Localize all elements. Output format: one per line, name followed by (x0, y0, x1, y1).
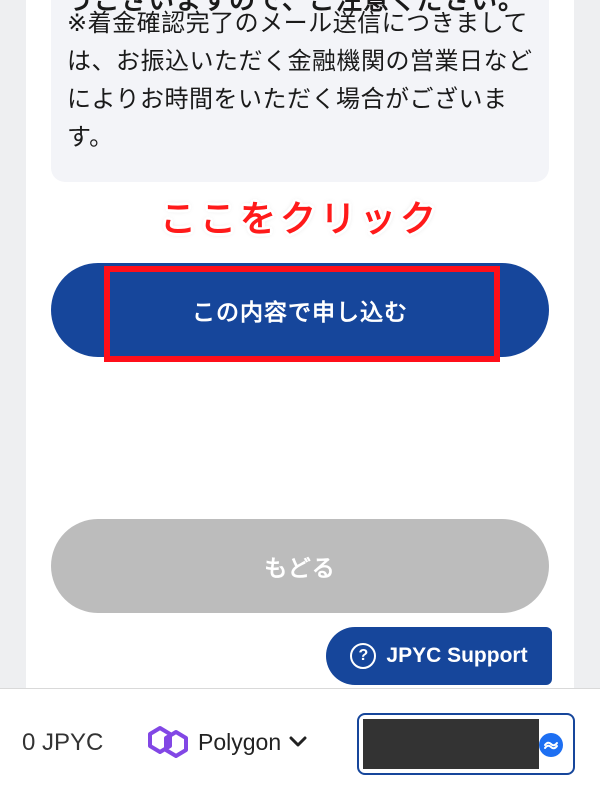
click-here-annotation: ここをクリック (159, 199, 440, 240)
back-button[interactable]: もどる (51, 519, 549, 613)
support-button[interactable]: ? JPYC Support (326, 627, 552, 685)
question-circle-icon: ? (350, 643, 377, 669)
support-label: JPYC Support (386, 644, 528, 667)
balance-display: 0 JPYC (22, 729, 104, 756)
network-name: Polygon (198, 728, 282, 755)
network-selector[interactable]: Polygon (146, 725, 307, 759)
redacted-wallet-address (363, 719, 539, 769)
notice-text: ※着金確認完了のメール送信につきましては、お振込いただく金融機関の営業日などによ… (67, 9, 533, 151)
polygon-logo-icon (148, 726, 188, 758)
bottom-bar: 0 JPYC Polygon (0, 688, 600, 800)
submit-application-button[interactable]: この内容で申し込む (51, 263, 549, 357)
page: うございますので、ご注意ください。 ※着金確認完了のメール送信につきましては、お… (0, 0, 600, 800)
wallet-connect-icon (539, 733, 563, 757)
notice-box: うございますので、ご注意ください。 ※着金確認完了のメール送信につきましては、お… (51, 0, 549, 182)
wallet-address-box[interactable] (357, 713, 575, 775)
chevron-down-icon (289, 736, 307, 747)
